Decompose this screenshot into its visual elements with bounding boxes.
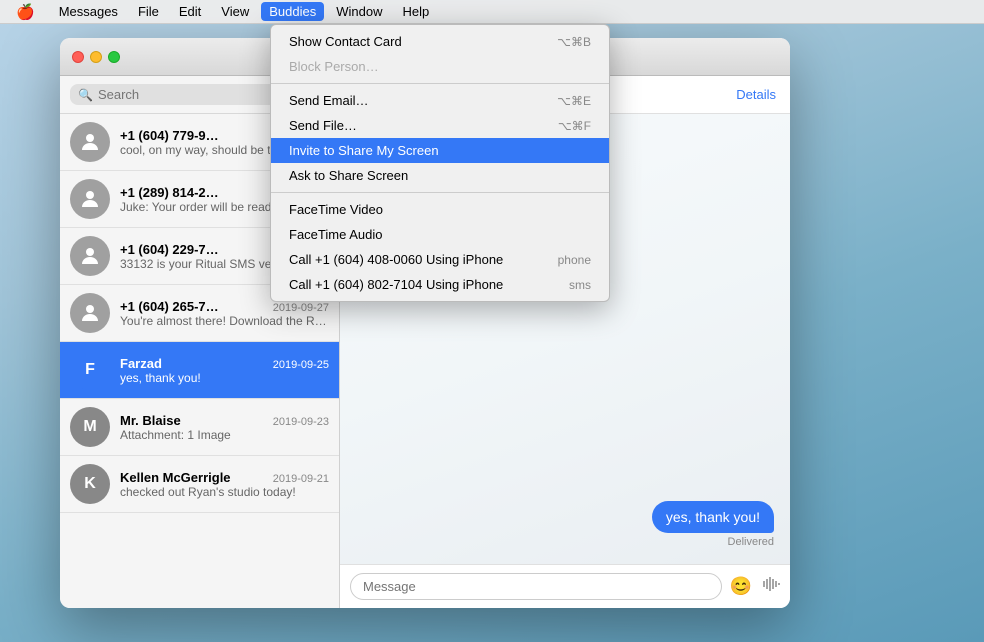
conv-preview: You're almost there! Download the Ritual… [120, 314, 329, 328]
menu-ask-share-screen[interactable]: Ask to Share Screen [271, 163, 609, 188]
conv-info: Farzad 2019-09-25 yes, thank you! [120, 356, 329, 385]
conv-preview: yes, thank you! [120, 371, 329, 385]
menu-separator [271, 83, 609, 84]
help-menu[interactable]: Help [394, 2, 437, 21]
menu-item-label: Ask to Share Screen [289, 168, 408, 183]
menu-item-label: Send Email… [289, 93, 368, 108]
list-item-farzad[interactable]: F Farzad 2019-09-25 yes, thank you! [60, 342, 339, 399]
conv-name: Kellen McGerrigle [120, 470, 231, 485]
search-icon: 🔍 [78, 88, 93, 102]
menu-item-label: Call +1 (604) 802-7104 Using iPhone [289, 277, 503, 292]
menu-item-label: Block Person… [289, 59, 379, 74]
conv-name: +1 (604) 229-7… [120, 242, 219, 257]
avatar-farzad: F [70, 350, 110, 390]
menu-invite-share-screen[interactable]: Invite to Share My Screen [271, 138, 609, 163]
minimize-button[interactable] [90, 51, 102, 63]
conv-name: Mr. Blaise [120, 413, 181, 428]
list-item[interactable]: K Kellen McGerrigle 2019-09-21 checked o… [60, 456, 339, 513]
view-menu[interactable]: View [213, 2, 257, 21]
conv-name: +1 (289) 814-2… [120, 185, 219, 200]
menu-shortcut: ⌥⌘E [557, 94, 591, 108]
message-input[interactable] [350, 573, 722, 600]
menu-shortcut: ⌥⌘F [558, 119, 591, 133]
apple-menu[interactable]: 🍎 [8, 1, 43, 23]
conv-name: +1 (604) 265-7… [120, 299, 219, 314]
menu-block-person: Block Person… [271, 54, 609, 79]
menu-facetime-video[interactable]: FaceTime Video [271, 197, 609, 222]
menu-call-7104[interactable]: Call +1 (604) 802-7104 Using iPhone sms [271, 272, 609, 297]
menu-shortcut: ⌥⌘B [557, 35, 591, 49]
window-menu[interactable]: Window [328, 2, 390, 21]
menu-item-label: Send File… [289, 118, 357, 133]
menu-send-email[interactable]: Send Email… ⌥⌘E [271, 88, 609, 113]
menu-item-label: Invite to Share My Screen [289, 143, 439, 158]
conv-preview: Attachment: 1 Image [120, 428, 329, 442]
menu-item-label: Call +1 (604) 408-0060 Using iPhone [289, 252, 503, 267]
conv-date: 2019-09-25 [273, 359, 329, 371]
menubar: 🍎 Messages File Edit View Buddies Window… [0, 0, 984, 24]
phone-label: phone [558, 253, 591, 267]
file-menu[interactable]: File [130, 2, 167, 21]
conv-name: +1 (604) 779-9… [120, 128, 219, 143]
delivered-status: Delivered [728, 536, 774, 548]
buddies-dropdown-menu: Show Contact Card ⌥⌘B Block Person… Send… [270, 24, 610, 302]
edit-menu[interactable]: Edit [171, 2, 209, 21]
traffic-lights [72, 51, 120, 63]
avatar: M [70, 407, 110, 447]
avatar [70, 293, 110, 333]
menu-facetime-audio[interactable]: FaceTime Audio [271, 222, 609, 247]
conv-preview: checked out Ryan's studio today! [120, 485, 329, 499]
audio-button[interactable] [760, 575, 780, 598]
menu-send-file[interactable]: Send File… ⌥⌘F [271, 113, 609, 138]
close-button[interactable] [72, 51, 84, 63]
sms-label: sms [569, 278, 591, 292]
message-bubble: yes, thank you! [652, 501, 774, 533]
menu-item-label: FaceTime Audio [289, 227, 382, 242]
conv-date: 2019-09-21 [273, 473, 329, 485]
conv-date: 2019-09-27 [273, 302, 329, 314]
buddies-menu[interactable]: Buddies [261, 2, 324, 21]
conv-date: 2019-09-23 [273, 416, 329, 428]
avatar: K [70, 464, 110, 504]
details-button[interactable]: Details [736, 87, 776, 102]
conv-info: Kellen McGerrigle 2019-09-21 checked out… [120, 470, 329, 499]
chat-input-area: 😊 [340, 564, 790, 608]
menu-item-label: FaceTime Video [289, 202, 383, 217]
conv-info: Mr. Blaise 2019-09-23 Attachment: 1 Imag… [120, 413, 329, 442]
menu-item-label: Show Contact Card [289, 34, 402, 49]
emoji-button[interactable]: 😊 [730, 576, 752, 597]
avatar [70, 236, 110, 276]
menu-separator-2 [271, 192, 609, 193]
messages-menu[interactable]: Messages [51, 2, 126, 21]
menu-show-contact-card[interactable]: Show Contact Card ⌥⌘B [271, 29, 609, 54]
conv-name-farzad: Farzad [120, 356, 162, 371]
list-item[interactable]: M Mr. Blaise 2019-09-23 Attachment: 1 Im… [60, 399, 339, 456]
menu-call-0060[interactable]: Call +1 (604) 408-0060 Using iPhone phon… [271, 247, 609, 272]
maximize-button[interactable] [108, 51, 120, 63]
avatar [70, 122, 110, 162]
conv-info: +1 (604) 265-7… 2019-09-27 You're almost… [120, 299, 329, 328]
avatar [70, 179, 110, 219]
